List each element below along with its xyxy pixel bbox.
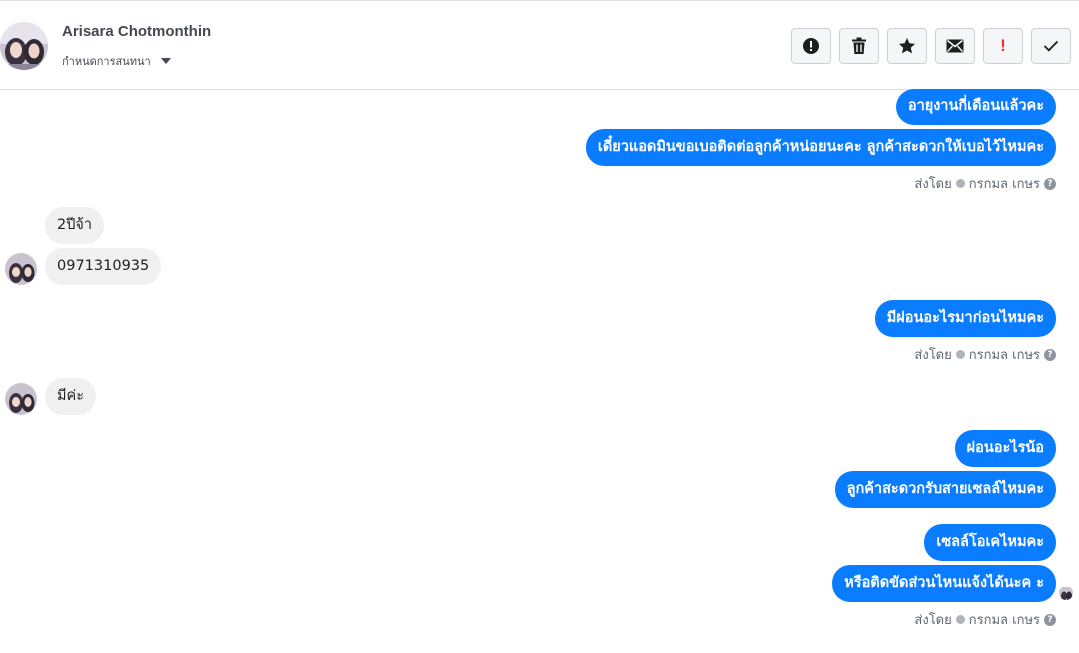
star-button[interactable]	[887, 28, 927, 64]
alert-circle-icon	[803, 38, 819, 54]
verified-dot-icon	[955, 179, 965, 188]
contact-avatar[interactable]	[5, 253, 37, 285]
outgoing-message: เซลล์โอเคไหมคะ	[924, 524, 1056, 561]
star-icon	[899, 38, 915, 54]
sent-by-info: ส่งโดย กรกมล เกษร ?	[914, 344, 1056, 365]
contact-name: Arisara Chotmonthin	[62, 23, 212, 40]
trash-icon	[852, 37, 866, 54]
mark-unread-button[interactable]	[935, 28, 975, 64]
delete-button[interactable]	[839, 28, 879, 64]
incoming-message: 2ปีจ้า	[45, 207, 105, 244]
help-icon[interactable]: ?	[1044, 348, 1056, 361]
incoming-message: 0971310935	[45, 248, 162, 285]
important-icon: !	[1000, 36, 1006, 55]
outgoing-message: ลูกค้าสะดวกรับสายเซลล์ไหมคะ	[834, 471, 1056, 508]
incoming-message: มีค่ะ	[45, 378, 97, 415]
contact-avatar[interactable]	[5, 383, 37, 415]
conversation-header: Arisara Chotmonthin กำหนดการสนทนา !	[0, 0, 1079, 90]
caret-down-icon	[160, 58, 171, 64]
report-button[interactable]	[791, 28, 831, 64]
contact-avatar[interactable]	[0, 22, 48, 70]
conversation-settings-dropdown[interactable]: กำหนดการสนทนา	[62, 52, 171, 70]
check-icon	[1043, 40, 1059, 52]
sent-by-info: ส่งโดย กรกมล เกษร ?	[914, 173, 1056, 194]
conversation-settings-label: กำหนดการสนทนา	[62, 55, 151, 68]
outgoing-message: หรือติดขัดส่วนไหนแจ้งได้นะค ะ	[832, 565, 1056, 602]
important-button[interactable]: !	[983, 28, 1023, 64]
verified-dot-icon	[955, 350, 965, 359]
sent-by-prefix: ส่งโดย	[914, 348, 952, 363]
mail-icon	[946, 39, 964, 53]
mark-done-button[interactable]	[1031, 28, 1071, 64]
outgoing-message: มีผ่อนอะไรมาก่อนไหมคะ	[874, 300, 1056, 337]
verified-dot-icon	[955, 615, 965, 624]
help-icon[interactable]: ?	[1044, 177, 1056, 190]
sent-by-name: กรกมล เกษร	[968, 613, 1040, 628]
help-icon[interactable]: ?	[1044, 613, 1056, 626]
outgoing-message: เดี๋ยวแอดมินขอเบอติดต่อลูกค้าหน่อยนะคะ ล…	[585, 129, 1056, 166]
sent-by-prefix: ส่งโดย	[914, 177, 952, 192]
sent-by-name: กรกมล เกษร	[968, 177, 1040, 192]
sent-by-prefix: ส่งโดย	[914, 613, 952, 628]
outgoing-message: ผ่อนอะไรน้อ	[954, 430, 1056, 467]
header-actions: !	[791, 28, 1071, 64]
seen-indicator-avatar	[1059, 586, 1073, 600]
outgoing-message: อายุงานกี่เดือนแล้วคะ	[895, 89, 1056, 125]
sent-by-name: กรกมล เกษร	[968, 348, 1040, 363]
sent-by-info: ส่งโดย กรกมล เกษร ?	[914, 609, 1056, 630]
